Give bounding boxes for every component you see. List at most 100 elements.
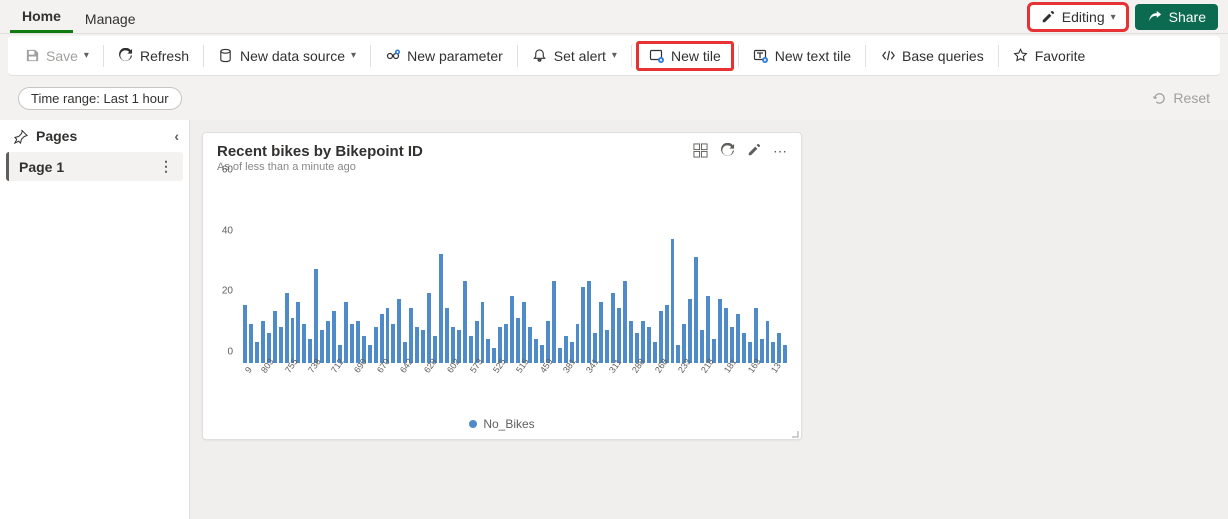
chart-bar[interactable]: [736, 314, 740, 363]
chart-bar[interactable]: [605, 330, 609, 363]
chart-bar[interactable]: [587, 281, 591, 363]
chart-bar[interactable]: [629, 321, 633, 363]
explore-data-icon[interactable]: [693, 143, 708, 161]
chart-bar[interactable]: [724, 308, 728, 363]
time-range-row: Time range: Last 1 hour Reset: [0, 76, 1228, 120]
chart-bar[interactable]: [522, 302, 526, 363]
chart-bar[interactable]: [504, 324, 508, 363]
chart-bar[interactable]: [576, 324, 580, 363]
chart-bar[interactable]: [694, 257, 698, 363]
chart-bar[interactable]: [415, 327, 419, 363]
refresh-tile-icon[interactable]: [720, 143, 735, 161]
chart-bar[interactable]: [641, 321, 645, 363]
chart-bar[interactable]: [427, 293, 431, 363]
chart-bar[interactable]: [457, 330, 461, 363]
chart-bar[interactable]: [320, 330, 324, 363]
chart-bar[interactable]: [760, 339, 764, 363]
chart-bar[interactable]: [676, 345, 680, 363]
refresh-button[interactable]: Refresh: [108, 44, 199, 68]
chart-bar[interactable]: [255, 342, 259, 363]
y-tick-label: 60: [222, 165, 233, 176]
chart-bar[interactable]: [397, 299, 401, 363]
star-icon: [1013, 48, 1029, 64]
chart-bar[interactable]: [528, 327, 532, 363]
chart-bar[interactable]: [243, 305, 247, 363]
chart-bar[interactable]: [510, 296, 514, 363]
chart-bar[interactable]: [777, 333, 781, 363]
chart-bar[interactable]: [249, 324, 253, 363]
chart-bar[interactable]: [439, 254, 443, 363]
new-parameter-button[interactable]: New parameter: [375, 44, 513, 68]
chart-bar[interactable]: [617, 308, 621, 363]
chart-bar[interactable]: [391, 324, 395, 363]
collapse-sidebar-icon[interactable]: ‹: [174, 128, 179, 144]
chart-bar[interactable]: [273, 311, 277, 363]
resize-grip[interactable]: [787, 425, 799, 437]
chart-bar[interactable]: [421, 330, 425, 363]
edit-tile-icon[interactable]: [747, 143, 761, 161]
chart-bar[interactable]: [552, 281, 556, 363]
set-alert-label: Set alert: [554, 48, 606, 64]
sidebar-page-item[interactable]: Page 1⋮: [6, 152, 183, 181]
chart-bar[interactable]: [285, 293, 289, 363]
chart-bar[interactable]: [326, 321, 330, 363]
chart-bar[interactable]: [647, 327, 651, 363]
chart-bar[interactable]: [581, 287, 585, 363]
chart-bar[interactable]: [314, 269, 318, 363]
new-text-tile-button[interactable]: New text tile: [743, 44, 861, 68]
more-tile-icon[interactable]: ⋯: [773, 143, 787, 161]
chart-plot-area[interactable]: [243, 181, 787, 363]
chart-bar[interactable]: [386, 308, 390, 363]
chart-bar[interactable]: [783, 345, 787, 363]
chart-bar[interactable]: [463, 281, 467, 363]
save-button[interactable]: Save ▾: [14, 44, 99, 68]
chart-bar[interactable]: [671, 239, 675, 363]
chart-bar[interactable]: [261, 321, 265, 363]
chart-bar[interactable]: [516, 318, 520, 364]
tab-manage[interactable]: Manage: [73, 5, 148, 33]
chart-bar[interactable]: [623, 281, 627, 363]
tab-home[interactable]: Home: [10, 2, 73, 33]
chart-bar[interactable]: [766, 321, 770, 363]
favorite-button[interactable]: Favorite: [1003, 44, 1096, 68]
share-button[interactable]: Share: [1135, 4, 1218, 30]
chart-bar[interactable]: [665, 305, 669, 363]
set-alert-button[interactable]: Set alert ▾: [522, 44, 627, 68]
chart-bar[interactable]: [374, 327, 378, 363]
chart-bar[interactable]: [706, 296, 710, 363]
time-range-pill[interactable]: Time range: Last 1 hour: [18, 87, 182, 110]
chart-bar[interactable]: [742, 333, 746, 363]
new-tile-label: New tile: [671, 48, 721, 64]
chart-bar[interactable]: [688, 299, 692, 363]
chart-bar[interactable]: [534, 339, 538, 363]
chart-bar[interactable]: [279, 327, 283, 363]
editing-button[interactable]: Editing ▾: [1029, 4, 1127, 30]
editing-label: Editing: [1062, 9, 1105, 25]
reset-button[interactable]: Reset: [1151, 90, 1210, 106]
chart-bar[interactable]: [611, 293, 615, 363]
page-item-more-icon[interactable]: ⋮: [159, 158, 173, 175]
chart-bar[interactable]: [754, 308, 758, 363]
chart-bar[interactable]: [469, 336, 473, 363]
chart-bar[interactable]: [332, 311, 336, 363]
chart-bar[interactable]: [481, 302, 485, 363]
chart-bar[interactable]: [350, 324, 354, 363]
chart-bar[interactable]: [296, 302, 300, 363]
chart-bar[interactable]: [558, 348, 562, 363]
chart-bar[interactable]: [486, 339, 490, 363]
y-tick-label: 40: [222, 225, 233, 236]
chart-bar[interactable]: [368, 345, 372, 363]
chart-bar[interactable]: [599, 302, 603, 363]
new-tile-button[interactable]: New tile: [636, 41, 734, 71]
new-data-source-button[interactable]: New data source ▾: [208, 44, 366, 68]
chart-bar[interactable]: [445, 308, 449, 363]
chart-bar[interactable]: [700, 330, 704, 363]
base-queries-button[interactable]: Base queries: [870, 44, 994, 68]
chart-bar[interactable]: [302, 324, 306, 363]
chart-bar[interactable]: [659, 311, 663, 363]
chart-bar[interactable]: [771, 342, 775, 363]
chart-bar[interactable]: [653, 342, 657, 363]
chart-bar[interactable]: [409, 308, 413, 363]
chart-bar[interactable]: [718, 299, 722, 363]
chart-bar[interactable]: [344, 302, 348, 363]
